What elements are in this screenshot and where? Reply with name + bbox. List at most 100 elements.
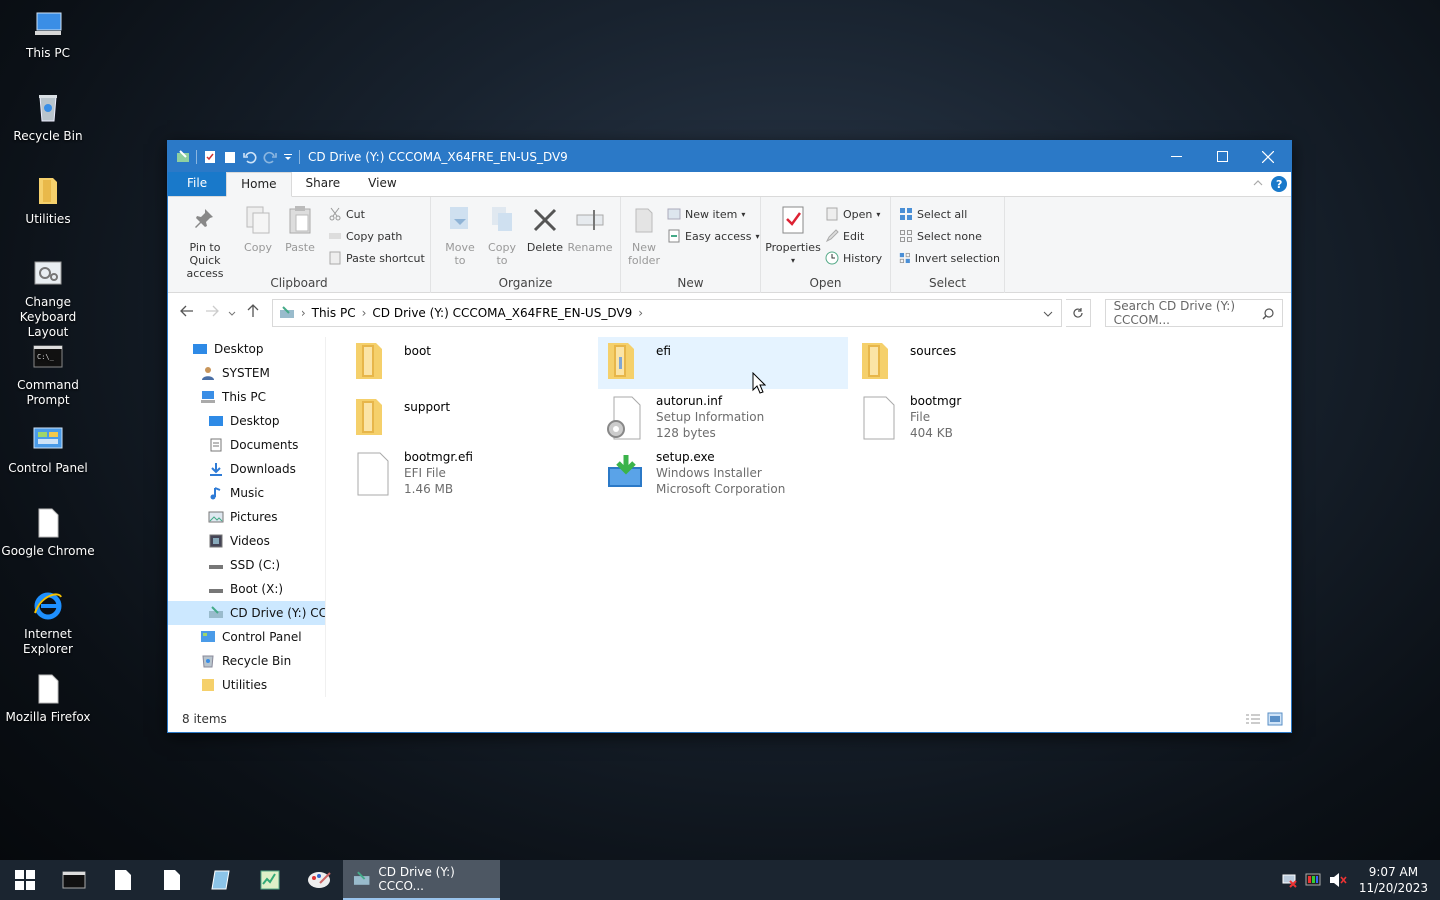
network-icon[interactable] — [1281, 872, 1297, 888]
file-size: 1.46 MB — [404, 482, 454, 496]
desktop-icon-recycle-bin[interactable]: Recycle Bin — [0, 91, 96, 144]
desktop-icon-control-panel[interactable]: Control Panel — [0, 423, 96, 476]
nav-item-boot-x[interactable]: Boot (X:) — [168, 577, 325, 601]
properties-button[interactable]: Properties ▾ — [765, 203, 821, 269]
properties-icon[interactable] — [203, 150, 217, 164]
file-item-boot[interactable]: boot — [346, 337, 596, 389]
close-button[interactable] — [1245, 141, 1291, 172]
desktop-icon-utilities[interactable]: Utilities — [0, 174, 96, 227]
back-button[interactable] — [176, 305, 197, 321]
file-name: setup.exe — [656, 450, 715, 464]
tab-home[interactable]: Home — [226, 172, 292, 197]
history-button[interactable]: History — [825, 247, 882, 269]
nav-item-ssd-c[interactable]: SSD (C:) — [168, 553, 325, 577]
breadcrumb-this-pc[interactable]: This PC — [312, 306, 356, 320]
maximize-button[interactable] — [1199, 141, 1245, 172]
forward-button[interactable] — [201, 305, 222, 321]
nav-item-downloads[interactable]: Downloads — [168, 457, 325, 481]
file-item-efi[interactable]: efi — [598, 337, 848, 389]
delete-button[interactable]: Delete — [523, 203, 567, 267]
select-all-button[interactable]: Select all — [899, 203, 1000, 225]
taskbar-task-manager[interactable] — [245, 860, 294, 900]
collapse-ribbon-icon[interactable] — [1253, 179, 1263, 187]
breadcrumb-separator: › — [361, 306, 367, 320]
new-folder-icon[interactable] — [223, 150, 237, 164]
cut-button[interactable]: Cut — [328, 203, 425, 225]
redo-icon[interactable] — [263, 150, 277, 164]
file-item-sources[interactable]: sources — [852, 337, 1102, 389]
nav-item-documents[interactable]: Documents — [168, 433, 325, 457]
open-button[interactable]: Open ▾ — [825, 203, 882, 225]
tab-share[interactable]: Share — [292, 172, 355, 196]
invert-selection-button[interactable]: Invert selection — [899, 247, 1000, 269]
copy-button[interactable]: Copy — [238, 203, 278, 280]
clock[interactable]: 9:07 AM 11/20/2023 — [1355, 864, 1440, 896]
new-folder-button[interactable]: New folder — [625, 203, 663, 267]
rename-button[interactable]: Rename — [567, 203, 613, 267]
file-item-bootmgr-efi[interactable]: bootmgr.efi EFI File 1.46 MB — [346, 449, 596, 505]
details-view-icon[interactable] — [1245, 713, 1261, 725]
tab-view[interactable]: View — [354, 172, 410, 196]
desktop-icon-command-prompt[interactable]: C:\_ Command Prompt — [0, 340, 96, 408]
file-size: 128 bytes — [656, 426, 716, 440]
minimize-button[interactable] — [1153, 141, 1199, 172]
nav-item-system[interactable]: SYSTEM — [168, 361, 325, 385]
paste-shortcut-button[interactable]: Paste shortcut — [328, 247, 425, 269]
large-icons-view-icon[interactable] — [1267, 712, 1283, 726]
tab-file[interactable]: File — [168, 172, 227, 196]
search-input[interactable]: Search CD Drive (Y:) CCCOM... — [1104, 299, 1283, 327]
nav-item-videos[interactable]: Videos — [168, 529, 325, 553]
file-item-setup-exe[interactable]: setup.exe Windows Installer Microsoft Corp… — [598, 449, 848, 505]
desktop-icon-change-keyboard-layout[interactable]: Change Keyboard Layout — [0, 257, 96, 340]
refresh-button[interactable] — [1065, 299, 1091, 327]
taskbar-notepad[interactable] — [196, 860, 245, 900]
recent-locations-button[interactable] — [226, 305, 238, 321]
file-icon — [38, 674, 59, 704]
address-bar[interactable]: › This PC › CD Drive (Y:) CCCOMA_X64FRE_… — [271, 299, 1062, 327]
desktop-icon-google-chrome[interactable]: Google Chrome — [0, 506, 96, 559]
nav-item-cd-drive-y[interactable]: CD Drive (Y:) CCC — [168, 601, 325, 625]
taskbar-file-1[interactable] — [98, 860, 147, 900]
nav-item-recycle-bin[interactable]: Recycle Bin — [168, 649, 325, 673]
select-none-button[interactable]: Select none — [899, 225, 1000, 247]
move-to-button[interactable]: Move to — [439, 203, 481, 267]
nav-item-pictures[interactable]: Pictures — [168, 505, 325, 529]
file-item-support[interactable]: support — [346, 393, 596, 445]
nav-item-this-pc[interactable]: This PC — [168, 385, 325, 409]
nav-item-control-panel[interactable]: Control Panel — [168, 625, 325, 649]
paste-button[interactable]: Paste — [278, 203, 322, 280]
cd-drive-icon — [279, 306, 294, 318]
help-icon[interactable]: ? — [1271, 176, 1287, 192]
nav-item-utilities[interactable]: Utilities — [168, 673, 325, 697]
nav-item-music[interactable]: Music — [168, 481, 325, 505]
nav-item-desktop[interactable]: Desktop — [168, 337, 325, 361]
pin-quick-access-button[interactable]: Pin to Quick access — [172, 203, 238, 280]
new-item-button[interactable]: New item ▾ — [667, 203, 760, 225]
desktop-icon-internet-explorer[interactable]: Internet Explorer — [0, 589, 96, 657]
copy-path-button[interactable]: Copy path — [328, 225, 425, 247]
taskbar-explorer-window[interactable]: CD Drive (Y:) CCCO... — [343, 860, 500, 900]
desktop-icon-mozilla-firefox[interactable]: Mozilla Firefox — [0, 672, 96, 725]
taskbar-paint[interactable] — [294, 860, 343, 900]
title-bar[interactable]: CD Drive (Y:) CCCOMA_X64FRE_EN-US_DV9 — [168, 141, 1291, 172]
select-label: Select — [928, 276, 967, 290]
desktop-icon-this-pc[interactable]: This PC — [0, 8, 96, 61]
edit-button[interactable]: Edit — [825, 225, 882, 247]
address-dropdown-icon[interactable] — [1043, 311, 1053, 317]
taskbar-file-2[interactable] — [147, 860, 196, 900]
new-folder-icon — [635, 208, 653, 233]
nav-item-desktop-2[interactable]: Desktop — [168, 409, 325, 433]
display-icon[interactable] — [1305, 872, 1321, 888]
up-button[interactable] — [243, 304, 264, 322]
copy-to-button[interactable]: Copy to — [481, 203, 523, 267]
customize-toolbar-icon[interactable] — [283, 150, 293, 164]
folder-icon — [862, 343, 888, 379]
start-button[interactable] — [0, 860, 49, 900]
file-item-autorun-inf[interactable]: autorun.inf Setup Information 128 bytes — [598, 393, 848, 449]
breadcrumb-cd-drive[interactable]: CD Drive (Y:) CCCOMA_X64FRE_EN-US_DV9 — [372, 306, 632, 320]
undo-icon[interactable] — [243, 150, 257, 164]
taskbar-command-prompt[interactable] — [49, 860, 98, 900]
easy-access-button[interactable]: Easy access ▾ — [667, 225, 760, 247]
volume-muted-icon[interactable] — [1329, 872, 1347, 888]
file-item-bootmgr[interactable]: bootmgr File 404 KB — [852, 393, 1102, 449]
